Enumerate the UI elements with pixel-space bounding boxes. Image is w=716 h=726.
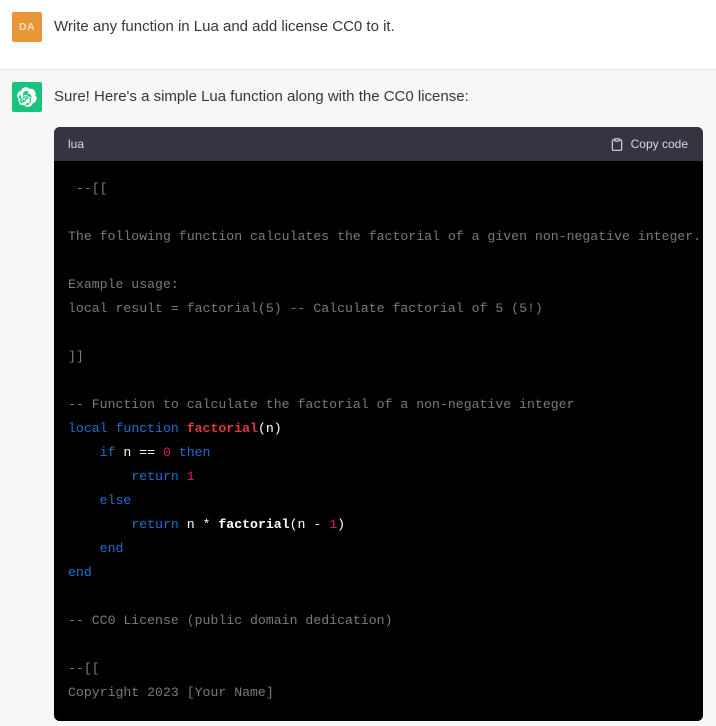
- avatar-column: DA: [0, 12, 54, 69]
- chatgpt-conversation-view: DA Write any function in Lua and add lic…: [0, 0, 716, 726]
- code-token: (n -: [289, 517, 330, 533]
- code-token: (n): [257, 421, 282, 437]
- code-token: -- CC0 License (public domain dedication…: [68, 613, 393, 629]
- copy-code-button[interactable]: Copy code: [610, 137, 688, 152]
- avatar-user: DA: [12, 12, 42, 42]
- code-token: else: [99, 493, 132, 509]
- message-content-assistant: Sure! Here's a simple Lua function along…: [54, 82, 716, 726]
- code-token: local: [68, 421, 108, 437]
- code-token: function: [115, 421, 179, 437]
- code-token: end: [99, 541, 124, 557]
- code-token: 0: [162, 445, 171, 461]
- code-token: --[[: [68, 661, 100, 677]
- code-block: lua Copy code --[[ The following functio…: [54, 127, 703, 722]
- assistant-message-text: Sure! Here's a simple Lua function along…: [54, 88, 469, 105]
- code-content: --[[ The following function calculates t…: [68, 177, 703, 705]
- code-token: factorial: [186, 421, 258, 437]
- message-row-assistant: Sure! Here's a simple Lua function along…: [0, 69, 716, 726]
- message-content-user: Write any function in Lua and add licens…: [54, 12, 716, 69]
- code-language-label: lua: [68, 137, 85, 152]
- code-token: n *: [178, 517, 219, 533]
- code-token: Example usage:: [68, 277, 179, 293]
- code-token: 1: [329, 517, 338, 533]
- code-token: return: [131, 517, 179, 533]
- user-message-text: Write any function in Lua and add licens…: [54, 18, 395, 35]
- code-token: --[[: [68, 181, 108, 197]
- code-token: return: [131, 469, 179, 485]
- code-token: 1: [186, 469, 195, 485]
- code-block-body[interactable]: --[[ The following function calculates t…: [54, 161, 703, 722]
- message-row-user: DA Write any function in Lua and add lic…: [0, 0, 716, 69]
- code-token: n ==: [115, 445, 163, 461]
- code-token: The following function calculates the fa…: [68, 229, 702, 245]
- code-token: factorial: [218, 517, 290, 533]
- code-token: end: [68, 565, 92, 581]
- avatar-assistant: [12, 82, 42, 112]
- code-token: local result = factorial(5) -- Calculate…: [68, 301, 543, 317]
- copy-code-label: Copy code: [630, 137, 688, 152]
- clipboard-icon: [610, 137, 624, 152]
- code-block-header: lua Copy code: [54, 127, 703, 162]
- code-token: ): [337, 517, 346, 533]
- code-token: Copyright 2023 [Your Name]: [68, 685, 274, 701]
- code-token: if: [99, 445, 116, 461]
- avatar-column: [0, 82, 54, 726]
- code-token: then: [178, 445, 211, 461]
- code-token: ]]: [68, 349, 84, 365]
- avatar-initials: DA: [19, 21, 35, 33]
- openai-logo-icon: [17, 87, 37, 107]
- code-token: -- Function to calculate the factorial o…: [68, 397, 575, 413]
